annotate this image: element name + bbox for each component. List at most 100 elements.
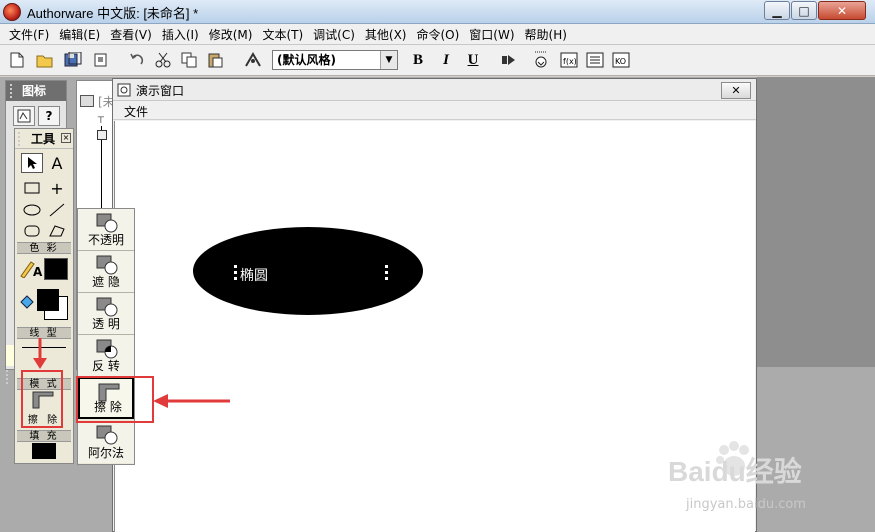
grip-icon[interactable] <box>10 84 14 98</box>
fill-bucket-icon[interactable] <box>19 294 35 312</box>
mode-option-label: 遮 隐 <box>92 275 120 289</box>
new-file-icon[interactable] <box>6 50 28 70</box>
maximize-button[interactable]: □ <box>791 1 817 20</box>
bold-button[interactable]: B <box>408 50 428 70</box>
grip-icon[interactable] <box>6 370 10 384</box>
menu-edit[interactable]: 编辑(E) <box>54 26 105 43</box>
annotation-left-arrow <box>153 394 230 408</box>
mode-option-label: 反 转 <box>92 359 120 373</box>
menu-debug[interactable]: 调试(C) <box>308 26 360 43</box>
svg-text:KO: KO <box>615 57 626 66</box>
minimize-button[interactable]: ▁ <box>764 1 790 20</box>
fill-pattern-swatch[interactable] <box>32 443 56 459</box>
presentation-menu-file[interactable]: 文件 <box>124 103 148 120</box>
transparent-mode-icon <box>96 297 118 317</box>
flowline-start-icon[interactable]: ⊤ <box>97 116 107 126</box>
import-icon[interactable] <box>90 50 112 70</box>
mode-option-label: 不透明 <box>87 233 124 247</box>
annotation-down-arrow <box>33 338 47 369</box>
mode-option-transparent[interactable]: 透 明 <box>78 293 134 335</box>
grip-icon[interactable] <box>18 132 22 146</box>
functions-icon[interactable]: f(x) <box>558 50 580 70</box>
ellipse-tool-icon[interactable] <box>21 200 43 220</box>
mode-option-matted[interactable]: 遮 隐 <box>78 251 134 293</box>
variables-icon[interactable] <box>584 50 606 70</box>
display-tool-icon[interactable] <box>13 106 35 126</box>
svg-text:f(x): f(x) <box>563 57 577 66</box>
presentation-window-icon <box>117 83 131 97</box>
presentation-close-button[interactable]: ✕ <box>721 82 751 99</box>
selection-handle[interactable] <box>385 277 388 280</box>
rectangle-tool-icon[interactable] <box>21 178 43 198</box>
line-tool-icon[interactable] <box>46 200 68 220</box>
find-icon[interactable] <box>242 50 264 70</box>
fill-foreground-swatch[interactable] <box>37 289 59 311</box>
knowledge-objects-icon[interactable]: KO <box>610 50 632 70</box>
cut-icon[interactable] <box>152 50 174 70</box>
crosshair-tool-icon[interactable]: + <box>46 178 68 198</box>
svg-text:A: A <box>33 265 43 278</box>
line-color-pencil-icon[interactable]: A <box>19 260 43 279</box>
help-tool-icon[interactable]: ? <box>38 106 60 126</box>
mode-option-label: 阿尔法 <box>87 446 124 460</box>
foreground-color-swatch[interactable] <box>44 258 68 280</box>
authorware-app-icon[interactable] <box>3 3 21 21</box>
selection-handle[interactable] <box>234 271 237 274</box>
menu-file[interactable]: 文件(F) <box>4 26 54 43</box>
underline-button[interactable]: U <box>463 50 483 70</box>
menu-window[interactable]: 窗口(W) <box>464 26 519 43</box>
chevron-down-icon[interactable]: ▼ <box>380 51 397 69</box>
menu-other[interactable]: 其他(X) <box>360 26 412 43</box>
undo-icon[interactable] <box>126 50 148 70</box>
copy-icon[interactable] <box>178 50 200 70</box>
menu-bar: 文件(F) 编辑(E) 查看(V) 插入(I) 修改(M) 文本(T) 调试(C… <box>0 24 875 45</box>
mode-option-opaque[interactable]: 不透明 <box>78 209 134 251</box>
control-panel-icon[interactable] <box>530 50 552 70</box>
color-section-label: 色 彩 <box>17 242 71 254</box>
watermark-url: jingyan.baidu.com <box>686 497 806 512</box>
paste-icon[interactable] <box>204 50 226 70</box>
ellipse-label[interactable]: 椭圆 <box>240 265 268 285</box>
tools-close-icon[interactable]: × <box>61 133 71 143</box>
alpha-mode-icon <box>96 425 118 445</box>
menu-insert[interactable]: 插入(I) <box>157 26 204 43</box>
menu-help[interactable]: 帮助(H) <box>520 26 572 43</box>
display-icon[interactable] <box>97 130 107 140</box>
menu-modify[interactable]: 修改(M) <box>204 26 258 43</box>
polygon-tool-icon[interactable] <box>46 221 68 241</box>
presentation-title: 演示窗口 <box>136 84 185 98</box>
close-icon: ✕ <box>836 3 848 18</box>
run-icon[interactable] <box>498 50 520 70</box>
menu-text[interactable]: 文本(T) <box>257 26 308 43</box>
ellipse-shape[interactable] <box>193 227 423 315</box>
window-title: Authorware 中文版: [未命名] * <box>27 6 199 21</box>
presentation-menubar <box>113 101 756 120</box>
save-all-icon[interactable] <box>62 50 84 70</box>
mode-option-label: 透 明 <box>92 317 120 331</box>
maximize-icon: □ <box>798 3 810 18</box>
menu-view[interactable]: 查看(V) <box>105 26 157 43</box>
menu-commands[interactable]: 命令(O) <box>411 26 464 43</box>
inverse-mode-icon <box>96 339 118 359</box>
open-file-icon[interactable] <box>34 50 56 70</box>
fill-section-label: 填 充 <box>17 430 71 442</box>
icons-palette-title: 图标 <box>6 81 66 101</box>
close-button[interactable]: ✕ <box>818 1 866 20</box>
flowline-window-icon <box>80 95 94 107</box>
italic-button[interactable]: I <box>436 50 456 70</box>
opaque-mode-icon <box>96 213 118 233</box>
workspace-scroll-area <box>757 77 875 367</box>
mode-option-inverse[interactable]: 反 转 <box>78 335 134 377</box>
selection-handle[interactable] <box>234 265 237 268</box>
close-icon: ✕ <box>731 84 741 97</box>
mode-option-alpha[interactable]: 阿尔法 <box>78 421 134 463</box>
presentation-canvas[interactable] <box>114 121 755 532</box>
pointer-tool-icon[interactable] <box>21 153 43 173</box>
text-tool-icon[interactable]: A <box>46 153 68 173</box>
selection-handle[interactable] <box>385 265 388 268</box>
annotation-erase-box <box>76 376 154 423</box>
selection-handle[interactable] <box>385 271 388 274</box>
annotation-mode-box <box>21 370 63 428</box>
selection-handle[interactable] <box>234 277 237 280</box>
rounded-rect-tool-icon[interactable] <box>21 221 43 241</box>
